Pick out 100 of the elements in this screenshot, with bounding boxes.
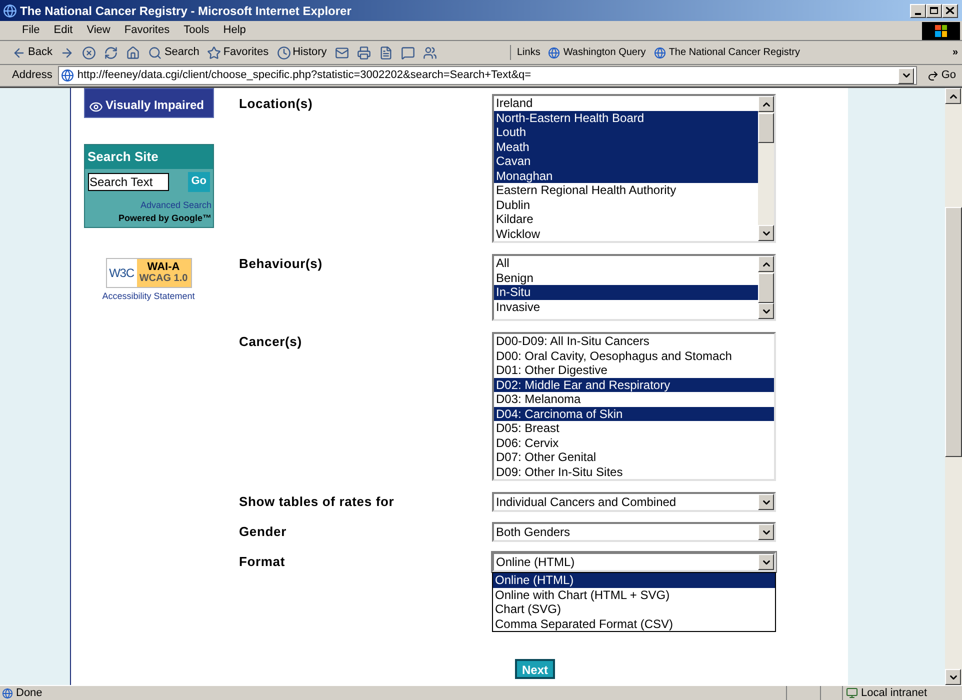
- messenger-button[interactable]: [422, 46, 437, 60]
- list-option[interactable]: Ireland: [494, 96, 758, 110]
- refresh-icon: [104, 46, 118, 60]
- list-option[interactable]: D03: Melanoma: [494, 392, 774, 406]
- status-text: Done: [16, 686, 42, 700]
- list-option[interactable]: D05: Breast: [494, 421, 774, 436]
- list-option[interactable]: Kildare: [494, 212, 758, 226]
- dropdown-option[interactable]: Comma Separated Format (CSV): [493, 616, 775, 631]
- browser-icon: [3, 4, 17, 18]
- powered-by-text: Powered by Google™: [118, 212, 212, 225]
- select-field[interactable]: Individual Cancers and Combined: [492, 492, 776, 512]
- scroll-thumb[interactable]: [945, 206, 962, 456]
- field-label: Show tables of rates for: [239, 493, 396, 511]
- menu-item[interactable]: Edit: [54, 22, 73, 39]
- more-links-chevron[interactable]: »: [952, 45, 958, 60]
- globe-icon: [61, 69, 74, 82]
- discuss-button[interactable]: [400, 46, 415, 60]
- list-box[interactable]: All Benign In-Situ Invasive: [492, 254, 776, 321]
- menu-item[interactable]: File: [22, 22, 40, 39]
- wai-level-text: WAI-A: [147, 260, 180, 272]
- list-option[interactable]: Meath: [494, 140, 758, 154]
- go-arrow-icon: [927, 70, 940, 82]
- menu-item[interactable]: View: [86, 22, 110, 39]
- field-label: Behaviour(s): [239, 255, 324, 273]
- wcag-version-text: WCAG 1.0: [139, 272, 188, 284]
- menu-item[interactable]: Help: [223, 22, 246, 39]
- dropdown-option[interactable]: Online (HTML): [493, 573, 775, 588]
- stop-icon: [82, 46, 96, 60]
- list-option[interactable]: Invasive: [494, 300, 758, 314]
- dropdown-option[interactable]: Chart (SVG): [493, 602, 775, 616]
- link-button[interactable]: Washington Query: [548, 45, 646, 60]
- address-field[interactable]: http://feeney/data.cgi/client/choose_specific.php?statistic=3002202&search=Search+Text&q=: [58, 66, 918, 85]
- list-option[interactable]: Wicklow: [494, 226, 758, 241]
- list-option[interactable]: D00: Oral Cavity, Oesophagus and Stomach: [494, 348, 774, 363]
- list-option[interactable]: Benign: [494, 270, 758, 285]
- close-button[interactable]: [942, 4, 958, 18]
- page-scrollbar[interactable]: [945, 88, 962, 685]
- windows-logo-icon: [922, 22, 960, 40]
- star-icon: [207, 46, 222, 60]
- list-box[interactable]: [492, 332, 776, 481]
- maximize-button[interactable]: [926, 4, 942, 18]
- scrollbar[interactable]: [758, 96, 774, 241]
- list-option[interactable]: D09: Other In-Situ Sites: [494, 464, 774, 479]
- list-option[interactable]: All: [494, 256, 758, 270]
- search-icon: [148, 46, 162, 60]
- select-field[interactable]: Both Genders: [492, 522, 776, 542]
- mail-button[interactable]: [334, 46, 349, 60]
- favorites-button[interactable]: Favorites: [207, 44, 269, 61]
- accessibility-statement-link[interactable]: Accessibility Statement: [102, 290, 195, 303]
- select-field[interactable]: Online (HTML): [492, 552, 776, 572]
- minimize-button[interactable]: [910, 4, 926, 18]
- print-button[interactable]: [356, 46, 371, 60]
- list-option[interactable]: Dublin: [494, 198, 758, 212]
- globe-icon: [654, 46, 666, 58]
- printer-icon: [356, 46, 371, 60]
- dropdown-option[interactable]: Online with Chart (HTML + SVG): [493, 588, 775, 602]
- list-option[interactable]: D06: Cervix: [494, 436, 774, 450]
- search-button[interactable]: Search: [148, 44, 200, 61]
- list-option[interactable]: Eastern Regional Health Authority: [494, 183, 758, 198]
- list-option[interactable]: North-Eastern Health Board: [494, 110, 758, 125]
- field-label: Location(s): [239, 95, 314, 113]
- menu-item[interactable]: Favorites: [124, 22, 170, 39]
- scroll-thumb[interactable]: [758, 113, 774, 143]
- select-value: Individual Cancers and Combined: [495, 494, 678, 511]
- list-option[interactable]: D04: Carcinoma of Skin: [494, 406, 774, 421]
- menu-item[interactable]: Tools: [184, 22, 210, 39]
- monitor-icon: [846, 687, 858, 699]
- visually-impaired-button[interactable]: Visually Impaired: [84, 88, 214, 118]
- list-option[interactable]: Cavan: [494, 154, 758, 168]
- go-button[interactable]: Go: [921, 67, 962, 84]
- eye-icon: [88, 100, 102, 114]
- list-option[interactable]: D02: Middle Ear and Respiratory: [494, 378, 774, 392]
- stop-button[interactable]: [82, 46, 96, 60]
- field-label: Format: [239, 553, 286, 571]
- list-box[interactable]: Ireland North-Eastern Health Board Louth Meath Cavan Monaghan Eastern Regional Health Authority Dublin Kildare Wicklow: [492, 94, 776, 243]
- search-field[interactable]: Search Text: [88, 172, 168, 190]
- list-option[interactable]: D00-D09: All In-Situ Cancers: [494, 334, 774, 348]
- back-button[interactable]: Back: [12, 44, 52, 61]
- close-icon: [946, 7, 954, 14]
- scrollbar[interactable]: [758, 256, 774, 319]
- forward-button[interactable]: [60, 46, 74, 60]
- list-option[interactable]: D01: Other Digestive: [494, 363, 774, 378]
- list-option[interactable]: Louth: [494, 125, 758, 140]
- advanced-search-link[interactable]: Advanced Search: [140, 198, 212, 212]
- window-title: The National Cancer Registry - Microsoft Internet Explorer: [20, 2, 352, 20]
- list-option[interactable]: D07: Other Genital: [494, 450, 774, 464]
- field-label: Gender: [239, 523, 288, 541]
- scroll-thumb[interactable]: [758, 273, 774, 303]
- zone-text: Local intranet: [861, 686, 928, 700]
- page-icon: [2, 688, 13, 698]
- history-button[interactable]: History: [276, 44, 327, 61]
- list-option[interactable]: In-Situ: [494, 285, 758, 300]
- field-label: Cancer(s): [239, 333, 303, 351]
- list-option[interactable]: Monaghan: [494, 168, 758, 183]
- select-value: Online (HTML): [495, 554, 576, 571]
- home-button[interactable]: [126, 46, 140, 60]
- refresh-button[interactable]: [104, 46, 118, 60]
- links-label: Links: [517, 46, 540, 60]
- edit-button[interactable]: [378, 46, 393, 60]
- link-button[interactable]: The National Cancer Registry: [654, 45, 800, 60]
